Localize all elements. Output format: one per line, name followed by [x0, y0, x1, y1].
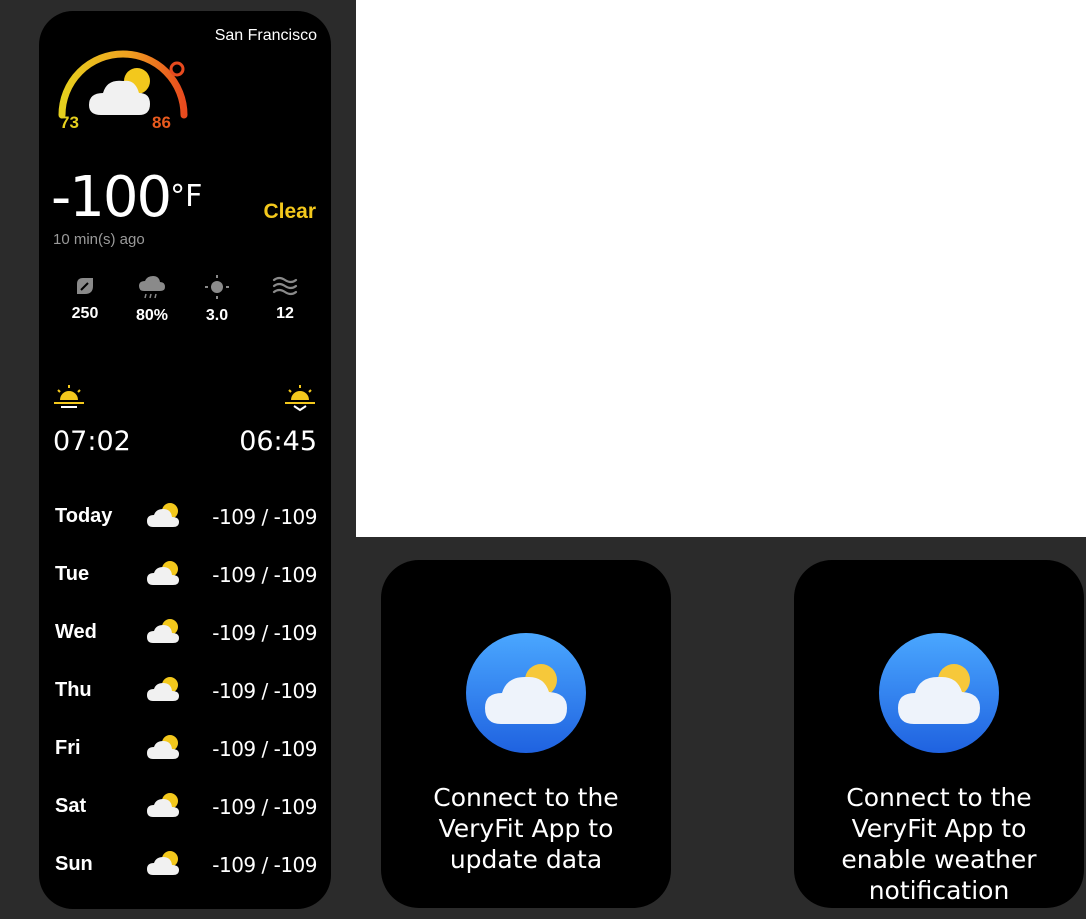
stat-value: 3.0 [205, 307, 229, 324]
forecast-temp-range: -109 / -109 [212, 621, 317, 645]
connect-message: Connect to the VeryFit App to update dat… [433, 783, 619, 874]
forecast-row: Fri -109 / -109 [55, 733, 317, 763]
weather-app-icon [466, 633, 586, 753]
stat-aqi: 250 [55, 275, 115, 323]
sunrise-icon [54, 385, 84, 408]
forecast-temp-range: -109 / -109 [212, 795, 317, 819]
stat-precipitation: 80% [122, 275, 182, 325]
weather-condition: Clear [263, 200, 316, 223]
forecast-temp-range: -109 / -109 [212, 679, 317, 703]
temperature-unit: °F [170, 179, 203, 214]
forecast-temp-range: -109 / -109 [212, 505, 317, 529]
forecast-row: Today -109 / -109 [55, 501, 317, 531]
stat-wind: 12 [255, 275, 315, 323]
rain-cloud-icon [139, 276, 165, 299]
weather-app-icon [879, 633, 999, 753]
forecast-day: Sat [55, 795, 87, 817]
forecast-temp-range: -109 / -109 [212, 563, 317, 587]
forecast-temp-range: -109 / -109 [212, 853, 317, 877]
stat-uv: 3.0 [187, 275, 247, 325]
leaf-icon [77, 278, 93, 294]
partly-cloudy-icon [147, 677, 179, 701]
current-temperature: -100°F [51, 167, 202, 228]
temp-low-value: 73 [60, 113, 79, 132]
city-name: San Francisco [214, 27, 317, 44]
connect-message: Connect to the VeryFit App to enable wea… [841, 783, 1037, 905]
forecast-day: Today [55, 505, 113, 527]
sun-uv-icon [205, 275, 229, 299]
partly-cloudy-icon [147, 561, 179, 585]
forecast-temp-range: -109 / -109 [212, 737, 317, 761]
partly-cloudy-icon [147, 793, 179, 817]
partly-cloudy-icon [147, 735, 179, 759]
temp-high-value: 86 [152, 113, 171, 132]
partly-cloudy-icon [147, 503, 179, 527]
partly-cloudy-icon [147, 619, 179, 643]
forecast-day: Tue [55, 563, 90, 585]
forecast-row: Tue -109 / -109 [55, 559, 317, 589]
partly-cloudy-icon [147, 851, 179, 875]
temperature-value: -100 [51, 165, 172, 230]
stat-value: 80% [135, 307, 169, 324]
weather-watch-screen: San Francisco 73 86 -100°F Clear 10 min(… [39, 11, 331, 909]
connect-card-update[interactable]: Connect to the VeryFit App to update dat… [381, 560, 671, 908]
stat-value: 12 [276, 305, 294, 322]
sunset-time: 06:45 [239, 426, 317, 457]
connect-card-notification[interactable]: Connect to the VeryFit App to enable wea… [794, 560, 1084, 908]
sunset-icon [285, 385, 315, 412]
sunrise-time: 07:02 [53, 426, 131, 457]
forecast-row: Wed -109 / -109 [55, 617, 317, 647]
forecast-day: Sun [55, 853, 93, 875]
stat-value: 250 [71, 305, 99, 322]
forecast-row: Sat -109 / -109 [55, 791, 317, 821]
last-updated: 10 min(s) ago [53, 231, 145, 248]
forecast-day: Fri [55, 737, 81, 759]
forecast-day: Thu [55, 679, 92, 701]
forecast-day: Wed [55, 621, 97, 643]
forecast-row: Sun -109 / -109 [55, 849, 317, 879]
wind-icon [272, 276, 298, 296]
forecast-row: Thu -109 / -109 [55, 675, 317, 705]
